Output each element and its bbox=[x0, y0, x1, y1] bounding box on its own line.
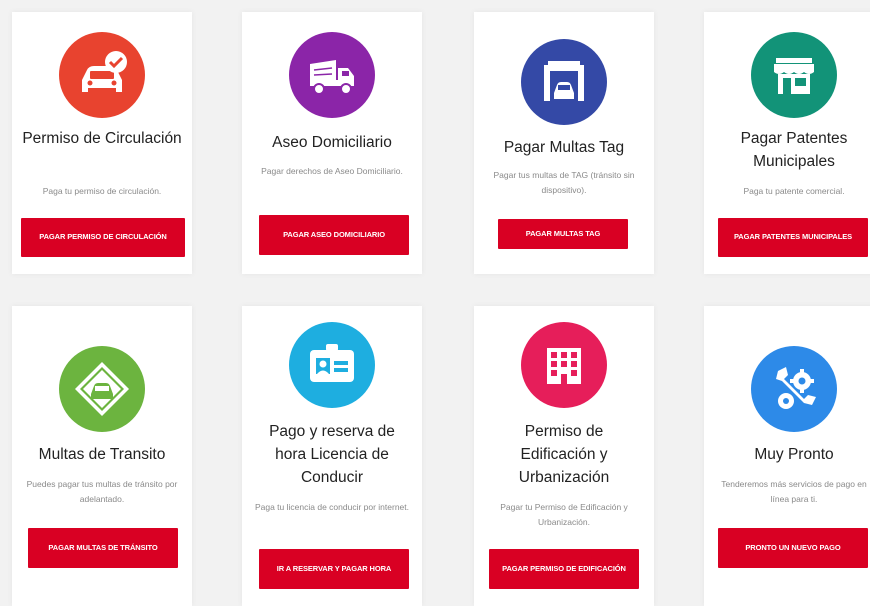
card-title: Pagar Multas Tag bbox=[503, 139, 625, 156]
id-card-icon bbox=[289, 322, 375, 408]
service-card-multas-transito: Multas de Transito Puedes pagar tus mult… bbox=[12, 306, 192, 606]
card-description: Paga tu licencia de conducir por interne… bbox=[254, 502, 410, 512]
card-description: Tenderemos más servicios de pago en líne… bbox=[721, 479, 867, 504]
service-card-aseo-domiciliario: Aseo Domiciliario Pagar derechos de Aseo… bbox=[242, 12, 422, 274]
service-card-permiso-circulacion: Permiso de Circulación Paga tu permiso d… bbox=[12, 12, 192, 274]
card-description: Paga tu permiso de circulación. bbox=[42, 186, 162, 196]
service-card-licencia-conducir: Pago y reserva de hora Licencia de Condu… bbox=[242, 306, 422, 606]
service-card-multas-tag: Pagar Multas Tag Pagar tus multas de TAG… bbox=[474, 12, 654, 274]
card-title: Pago y reserva de hora Licencia de Condu… bbox=[269, 423, 395, 486]
card-description: Pagar tu Permiso de Edificación y Urbani… bbox=[500, 502, 628, 527]
card-title: Pagar Patentes Municipales bbox=[740, 130, 848, 170]
pay-permiso-circulacion-button[interactable]: PAGAR PERMISO DE CIRCULACIÓN bbox=[21, 218, 185, 257]
card-description: Puedes pagar tus multas de tránsito por … bbox=[26, 479, 178, 504]
pay-permiso-edificacion-button[interactable]: PAGAR PERMISO DE EDIFICACIÓN bbox=[489, 549, 639, 589]
building-icon bbox=[521, 322, 607, 408]
wrench-gear-icon bbox=[751, 346, 837, 432]
toll-gate-icon bbox=[521, 39, 607, 125]
pay-multas-transito-button[interactable]: PAGAR MULTAS DE TRÁNSITO bbox=[28, 528, 178, 568]
card-description: Pagar derechos de Aseo Domiciliario. bbox=[261, 166, 403, 176]
card-title: Muy Pronto bbox=[754, 446, 834, 463]
pay-aseo-domiciliario-button[interactable]: PAGAR ASEO DOMICILIARIO bbox=[259, 215, 409, 255]
card-description: Paga tu patente comercial. bbox=[743, 186, 845, 196]
service-card-patentes-municipales: Pagar Patentes Municipales Paga tu paten… bbox=[704, 12, 870, 274]
pronto-nuevo-pago-button[interactable]: PRONTO UN NUEVO PAGO bbox=[718, 528, 868, 568]
pay-patentes-municipales-button[interactable]: PAGAR PATENTES MUNICIPALES bbox=[718, 218, 868, 257]
car-check-icon bbox=[59, 32, 145, 118]
garbage-truck-icon bbox=[289, 32, 375, 118]
card-title: Aseo Domiciliario bbox=[272, 134, 392, 151]
service-card-muy-pronto: Muy Pronto Tenderemos más servicios de p… bbox=[704, 306, 870, 606]
storefront-icon bbox=[751, 32, 837, 118]
service-card-permiso-edificacion: Permiso de Edificación y Urbanización Pa… bbox=[474, 306, 654, 606]
traffic-sign-car-icon bbox=[59, 346, 145, 432]
card-title: Multas de Transito bbox=[38, 446, 166, 463]
reserve-pay-hora-button[interactable]: IR A RESERVAR Y PAGAR HORA bbox=[259, 549, 409, 589]
card-description: Pagar tus multas de TAG (tránsito sin di… bbox=[493, 170, 635, 195]
card-title: Permiso de Edificación y Urbanización bbox=[518, 423, 610, 486]
pay-multas-tag-button[interactable]: PAGAR MULTAS TAG bbox=[498, 219, 628, 249]
card-title: Permiso de Circulación bbox=[22, 130, 182, 147]
